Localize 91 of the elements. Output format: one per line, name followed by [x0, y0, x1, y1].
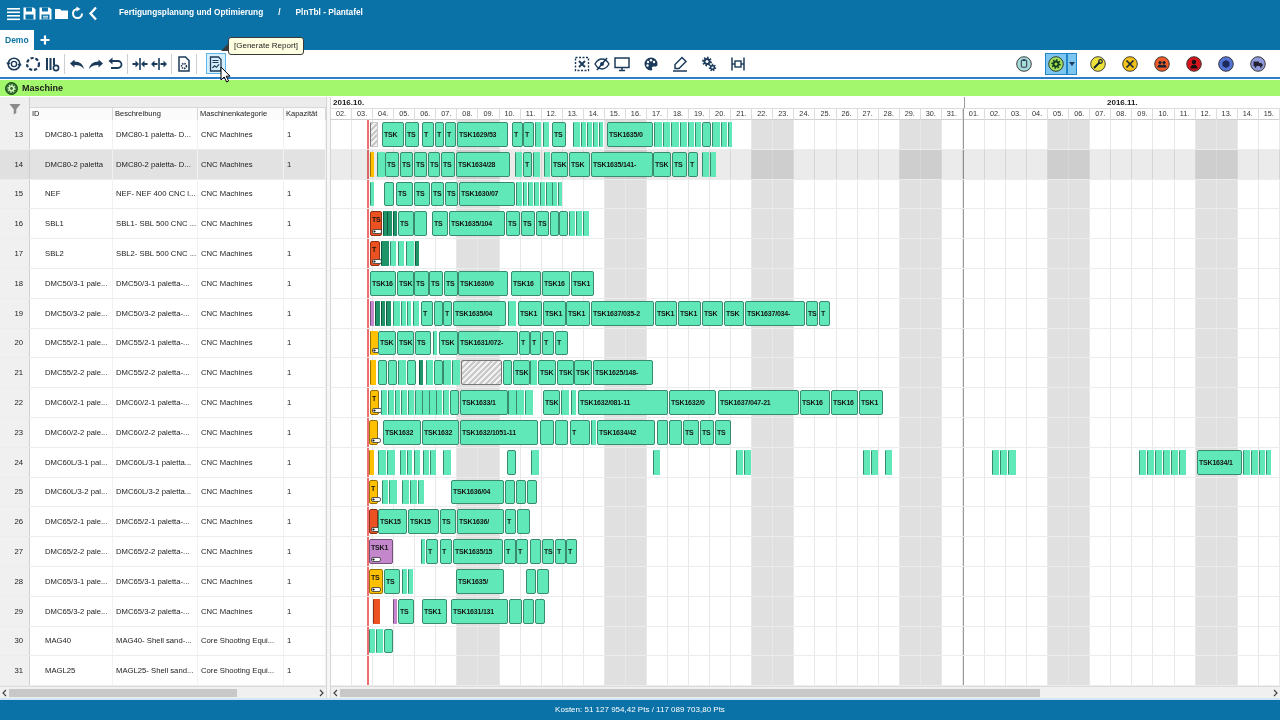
month-label: 2016.11.: [1107, 97, 1138, 108]
clipboard-icon: [1016, 55, 1032, 72]
task-bar[interactable]: [507, 449, 516, 475]
refresh-icon[interactable]: [70, 5, 85, 21]
task-bar[interactable]: [383, 211, 387, 237]
section-title: Maschine: [22, 82, 63, 94]
menu-icon[interactable]: [6, 5, 21, 21]
palette-icon[interactable]: [642, 55, 659, 72]
gears-icon[interactable]: [700, 55, 717, 72]
arrows-inward-icon[interactable]: [132, 55, 148, 72]
document-gear-icon[interactable]: [176, 55, 192, 72]
report-button[interactable]: [206, 53, 226, 74]
task-bar[interactable]: [393, 211, 397, 237]
task-bar[interactable]: [414, 211, 427, 237]
task-bar[interactable]: [526, 568, 536, 594]
task-bar[interactable]: [503, 360, 512, 386]
people-icon: [1154, 55, 1170, 72]
task-bar[interactable]: [509, 598, 522, 624]
gear-icon: [5, 81, 18, 95]
breadcrumb-separator: /: [278, 8, 281, 18]
task-bar[interactable]: [550, 211, 559, 237]
scrollbar-thumb[interactable]: [340, 688, 1040, 697]
task-bar[interactable]: [434, 300, 443, 326]
dropdown-button[interactable]: [1067, 52, 1077, 75]
bars-circle-icon[interactable]: [44, 55, 60, 72]
task-bar[interactable]: [505, 479, 515, 505]
task-bar[interactable]: [517, 509, 530, 535]
dashed-circle-icon[interactable]: [25, 55, 41, 72]
scrollbar-thumb[interactable]: [9, 688, 237, 697]
status-text: Kosten: 51 127 954,42 Pts / 117 089 703,80 Pts: [555, 705, 725, 715]
setup-bar[interactable]: [461, 360, 502, 386]
filter-toggle-button[interactable]: [1045, 52, 1067, 75]
highlighter-icon[interactable]: [671, 55, 688, 72]
task-bar[interactable]: [559, 211, 568, 237]
caret-icon: [1069, 61, 1075, 66]
scroll-left-icon[interactable]: [333, 688, 338, 697]
box-icon: [1218, 55, 1234, 72]
gear-icon: [1048, 55, 1064, 72]
task-bar[interactable]: [375, 300, 380, 326]
eye-slash-icon[interactable]: [593, 55, 610, 72]
return-arrow-icon[interactable]: [107, 55, 123, 72]
task-bar[interactable]: [657, 419, 668, 445]
task-bar[interactable]: [369, 419, 378, 445]
task-bar[interactable]: [527, 479, 537, 505]
save-all-icon[interactable]: [38, 5, 53, 21]
task-bar[interactable]: [388, 360, 397, 386]
circle-arrows-icon[interactable]: [6, 55, 22, 72]
wrench-icon: [1090, 55, 1106, 72]
task-bar[interactable]: [384, 628, 393, 654]
task-bar[interactable]: [535, 598, 545, 624]
task-bar[interactable]: [516, 479, 526, 505]
task-bar[interactable]: [386, 300, 391, 326]
plus-icon[interactable]: [39, 35, 50, 45]
scroll-right-icon[interactable]: [319, 688, 324, 697]
report-chart-icon: [208, 55, 224, 72]
month-label: 2016.10.: [333, 97, 365, 108]
scroll-right-icon[interactable]: [1273, 688, 1278, 697]
horizontal-scrollbar[interactable]: [331, 686, 1280, 698]
task-bar[interactable]: [384, 181, 394, 207]
task-bar[interactable]: [537, 568, 549, 594]
task-bar[interactable]: [381, 300, 385, 326]
tooltip: [Generate Report]: [221, 37, 305, 55]
task-bar[interactable]: [540, 419, 554, 445]
task-bar[interactable]: [378, 360, 387, 386]
monitor-icon[interactable]: [613, 55, 630, 72]
task-bar[interactable]: [387, 211, 392, 237]
task-bar[interactable]: [407, 360, 416, 386]
task-bar[interactable]: [434, 360, 443, 386]
dashed-x-box-icon[interactable]: [573, 55, 590, 72]
person-icon: [1186, 55, 1202, 72]
filter-icon[interactable]: [8, 102, 21, 115]
task-bar[interactable]: [555, 419, 568, 445]
setup-bar[interactable]: [370, 122, 378, 147]
tab[interactable]: Demo: [0, 30, 34, 50]
breadcrumb-item[interactable]: Fertigungsplanung und Optimierung: [119, 8, 264, 18]
horizontal-scrollbar[interactable]: [0, 686, 326, 698]
breadcrumb-item[interactable]: PlnTbl - Plantafel: [295, 8, 363, 18]
status-pill-icon: [371, 586, 381, 592]
task-bar[interactable]: [393, 598, 397, 624]
scroll-left-icon[interactable]: [2, 688, 7, 697]
arrows-outward-icon[interactable]: [151, 55, 167, 72]
task-bar[interactable]: [669, 419, 682, 445]
save-icon[interactable]: [22, 5, 37, 21]
task-bar[interactable]: [370, 300, 374, 326]
task-bar[interactable]: [373, 598, 380, 624]
truck-icon: [1250, 55, 1266, 72]
task-bar[interactable]: [523, 598, 534, 624]
bracket-columns-icon[interactable]: [729, 55, 746, 72]
task-bar[interactable]: [419, 360, 423, 386]
tools-icon: [1122, 55, 1138, 72]
status-pill-icon: [371, 556, 381, 562]
